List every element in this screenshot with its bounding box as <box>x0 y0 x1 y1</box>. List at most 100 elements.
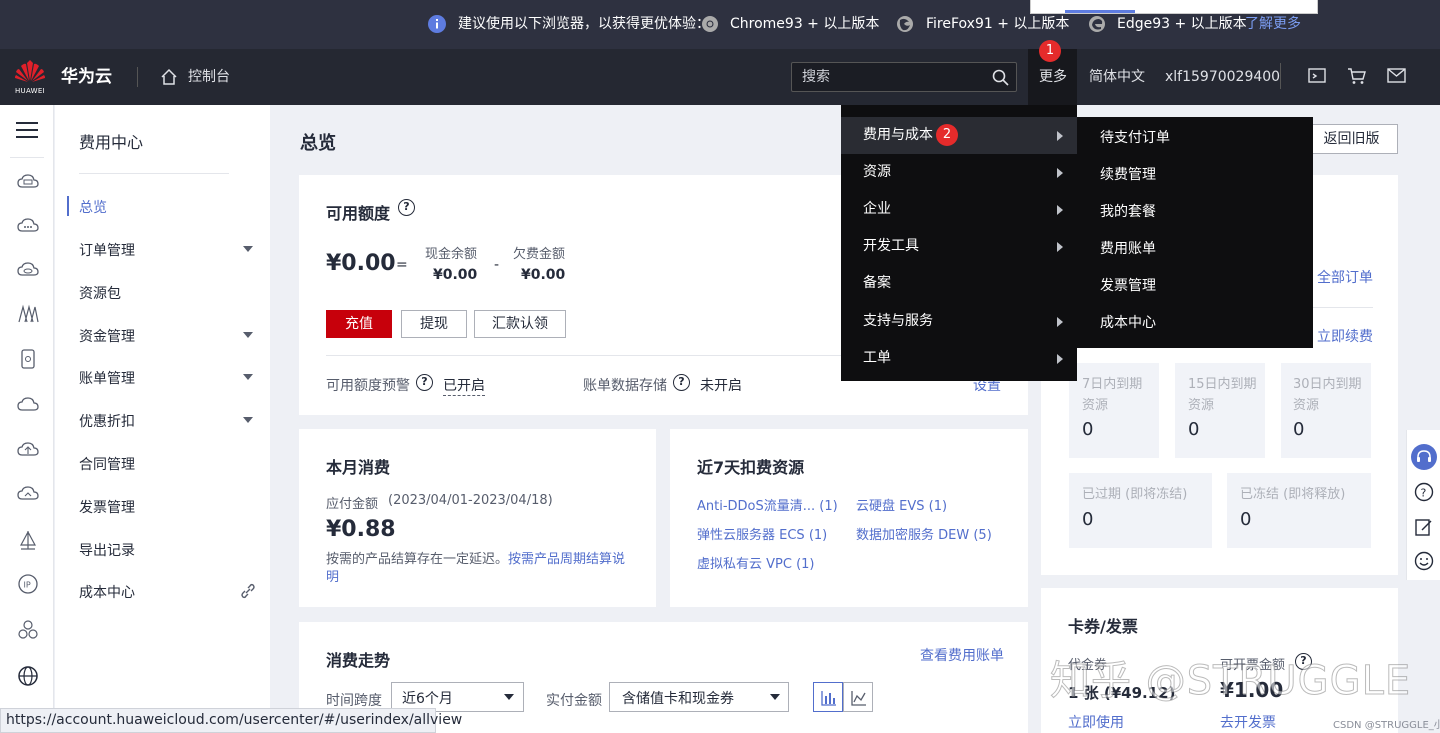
resource-item[interactable]: 虚拟私有云 VPC (1) <box>697 553 815 572</box>
sidebar-item-discounts[interactable]: 优惠折扣 <box>79 411 135 431</box>
paid-amount-select[interactable]: 含储值卡和现金券 <box>609 682 789 712</box>
username[interactable]: xlf15970029400 <box>1165 49 1280 105</box>
help-circle-icon[interactable]: ? <box>1414 482 1434 506</box>
tip-message: 建议使用以下浏览器，以获得更优体验： <box>458 16 710 32</box>
hamburger-menu-icon[interactable] <box>16 121 38 143</box>
sidebar: 费用中心 总览 订单管理 资源包 资金管理 账单管理 优惠折扣 合同管理 发票管… <box>55 105 270 733</box>
customer-service-icon[interactable] <box>1411 444 1437 470</box>
sidebar-item-bills[interactable]: 账单管理 <box>79 368 135 388</box>
huawei-logo[interactable]: HUAWEI <box>14 59 46 95</box>
watermark: 知乎 @STRUGGLE <box>1049 658 1412 705</box>
remit-claim-button[interactable]: 汇款认领 <box>474 310 566 338</box>
submenu-bills[interactable]: 费用账单 <box>1077 231 1313 268</box>
tab-indicator <box>1065 10 1135 13</box>
bar-chart-toggle[interactable] <box>813 682 843 712</box>
sidebar-item-invoices[interactable]: 发票管理 <box>79 497 135 517</box>
search-box[interactable]: 搜索 <box>791 62 1017 92</box>
expiring-30d-tile[interactable]: 30日内到期资源 0 <box>1281 363 1371 458</box>
device-icon[interactable] <box>17 348 39 370</box>
line-chart-icon <box>851 691 866 706</box>
resource-item[interactable]: 云硬盘 EVS (1) <box>856 495 947 514</box>
withdraw-button[interactable]: 提现 <box>401 310 467 338</box>
ip-icon[interactable]: IP <box>17 573 39 595</box>
help-icon[interactable]: ? <box>416 374 433 391</box>
resource-item[interactable]: 数据加密服务 DEW (5) <box>856 524 992 543</box>
chevron-down-icon[interactable] <box>243 246 253 252</box>
cloud-storage-icon[interactable] <box>17 259 39 281</box>
cloud-upload-icon[interactable] <box>17 439 39 461</box>
sidebar-item-contracts[interactable]: 合同管理 <box>79 454 135 474</box>
issue-invoice-link[interactable]: 去开发票 <box>1220 712 1276 732</box>
submenu-invoices[interactable]: 发票管理 <box>1077 268 1313 305</box>
resource-item[interactable]: Anti-DDoS流量清... (1) <box>697 495 838 514</box>
sidebar-item-funds[interactable]: 资金管理 <box>79 326 135 346</box>
menu-item-dev-tools[interactable]: 开发工具 <box>841 228 1077 265</box>
search-input[interactable]: 搜索 <box>802 63 830 91</box>
sail-icon[interactable] <box>17 529 39 551</box>
home-icon[interactable] <box>160 68 178 90</box>
cluster-icon[interactable] <box>17 619 39 641</box>
chevron-down-icon[interactable] <box>243 332 253 338</box>
sidebar-item-cost-center[interactable]: 成本中心 <box>79 582 135 602</box>
chevron-right-icon <box>1057 168 1063 178</box>
use-now-link[interactable]: 立即使用 <box>1068 712 1124 732</box>
submenu-my-packages[interactable]: 我的套餐 <box>1077 194 1313 231</box>
paid-amount-label: 实付金额 <box>546 693 602 709</box>
help-icon[interactable]: ? <box>673 374 690 391</box>
back-old-version-button[interactable]: 返回旧版 <box>1305 124 1398 154</box>
search-icon[interactable] <box>992 69 1009 90</box>
frozen-tile[interactable]: 已冻结 (即将释放) 0 <box>1227 473 1371 548</box>
menu-item-enterprise[interactable]: 企业 <box>841 191 1077 228</box>
edit-feedback-icon[interactable] <box>1414 517 1434 541</box>
submenu-cost-center[interactable]: 成本中心 <box>1077 305 1313 342</box>
chevron-down-icon[interactable] <box>243 374 253 380</box>
console-screen-icon[interactable] <box>1308 68 1326 88</box>
menu-item-tickets[interactable]: 工单 <box>841 340 1077 377</box>
cloud-icon[interactable] <box>17 215 39 237</box>
help-icon[interactable]: ? <box>398 199 415 216</box>
tile-value: 0 <box>1293 419 1305 440</box>
chevron-down-icon[interactable] <box>243 417 253 423</box>
line-chart-toggle[interactable] <box>843 682 873 712</box>
header-divider <box>137 67 138 87</box>
tile-label: 15日内到期资源 <box>1188 377 1257 413</box>
language-switch[interactable]: 简体中文 <box>1089 49 1145 105</box>
more-dropdown-menu: 费用与成本 资源 企业 开发工具 备案 支持与服务 工单 <box>841 105 1077 381</box>
chevron-down-icon <box>504 694 514 700</box>
brand-name[interactable]: 华为云 <box>61 49 112 105</box>
external-link-icon[interactable] <box>240 583 256 603</box>
menu-item-support[interactable]: 支持与服务 <box>841 303 1077 340</box>
resource-item[interactable]: 弹性云服务器 ECS (1) <box>697 524 827 543</box>
sidebar-item-orders[interactable]: 订单管理 <box>79 240 135 260</box>
expired-tile[interactable]: 已过期 (即将冻结) 0 <box>1069 473 1212 548</box>
svg-text:IP: IP <box>24 581 31 590</box>
renew-now-link[interactable]: 立即续费 <box>1317 326 1373 346</box>
sidebar-item-overview[interactable]: 总览 <box>79 197 107 217</box>
recharge-button[interactable]: 充值 <box>326 310 392 338</box>
top-header: HUAWEI 华为云 控制台 更多 简体中文 xlf15970029400 <box>0 49 1440 105</box>
time-span-label: 时间跨度 <box>326 693 382 709</box>
quota-alert-status[interactable]: 已开启 <box>443 375 485 396</box>
cart-icon[interactable] <box>1347 67 1367 89</box>
menu-item-resources[interactable]: 资源 <box>841 154 1077 191</box>
globe-icon[interactable] <box>17 665 39 687</box>
menu-item-billing-cost[interactable]: 费用与成本 <box>841 117 1077 154</box>
submenu-pending-orders[interactable]: 待支付订单 <box>1077 120 1313 157</box>
mail-icon[interactable] <box>1387 68 1406 87</box>
all-orders-link[interactable]: 全部订单 <box>1317 267 1373 287</box>
view-bill-link[interactable]: 查看费用账单 <box>920 645 1004 665</box>
sidebar-item-exports[interactable]: 导出记录 <box>79 540 135 560</box>
expiring-7d-tile[interactable]: 7日内到期资源 0 <box>1069 363 1159 458</box>
cloud-ecs-icon[interactable] <box>17 171 39 193</box>
network-icon[interactable] <box>17 303 39 325</box>
console-link[interactable]: 控制台 <box>188 49 230 105</box>
cash-balance-label: 现金余额 <box>425 247 478 262</box>
cloud-sync-icon[interactable] <box>17 483 39 505</box>
cloud-outline-icon[interactable] <box>17 394 39 416</box>
sidebar-item-packages[interactable]: 资源包 <box>79 283 121 303</box>
browser-status-url: https://account.huaweicloud.com/usercent… <box>0 708 462 733</box>
expiring-15d-tile[interactable]: 15日内到期资源 0 <box>1175 363 1265 458</box>
smiley-icon[interactable] <box>1414 551 1434 575</box>
menu-item-filing[interactable]: 备案 <box>841 265 1077 302</box>
submenu-renewal[interactable]: 续费管理 <box>1077 157 1313 194</box>
